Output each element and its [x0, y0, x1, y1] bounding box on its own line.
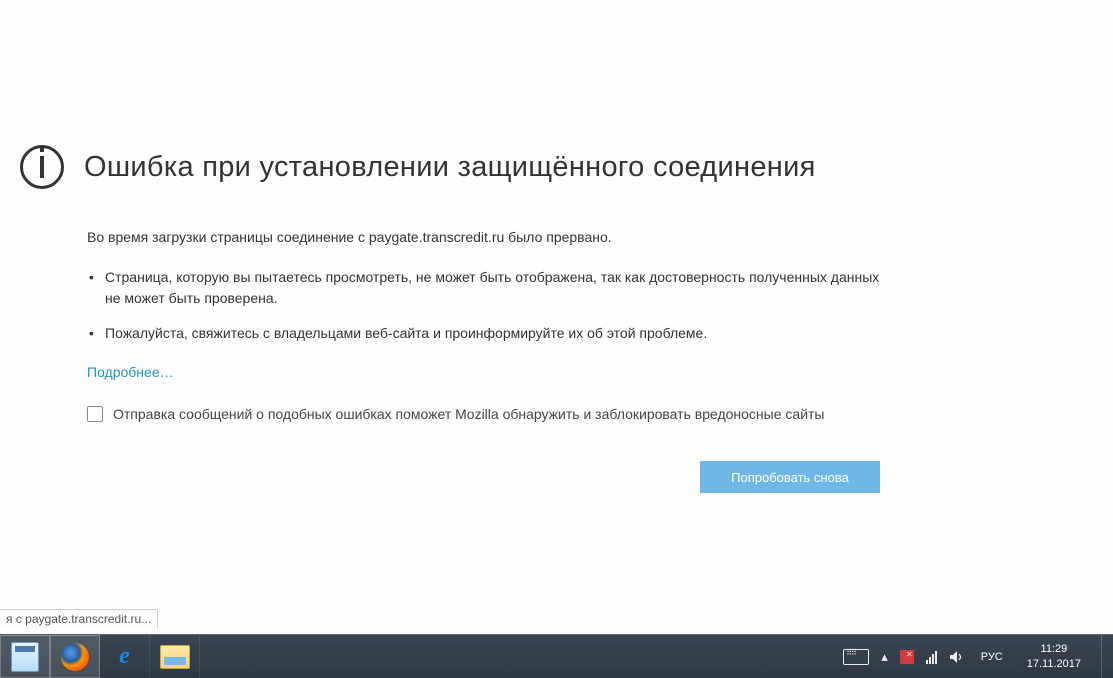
error-header: Ошибка при установлении защищённого соед… [20, 145, 1113, 189]
taskbar-clock[interactable]: 11:29 17.11.2017 [1019, 642, 1089, 671]
show-desktop-button[interactable] [1101, 635, 1111, 678]
tray-chevron-icon[interactable]: ▴ [881, 649, 888, 665]
calculator-icon [11, 642, 39, 672]
system-tray: ▴ РУС 11:29 17.11.2017 [843, 635, 1113, 678]
error-bullet-list: Страница, которую вы пытаетесь просмотре… [87, 267, 880, 344]
button-row: Попробовать снова [20, 461, 880, 493]
clock-date: 17.11.2017 [1027, 657, 1081, 671]
error-body: Во время загрузки страницы соединение с … [20, 229, 880, 425]
keyboard-icon[interactable] [843, 649, 869, 665]
taskbar-firefox[interactable] [50, 635, 100, 678]
taskbar-apps: e [0, 635, 200, 678]
report-checkbox[interactable] [87, 406, 103, 422]
error-bullet: Страница, которую вы пытаетесь просмотре… [87, 267, 880, 309]
firefox-icon [61, 643, 89, 671]
taskbar: e ▴ РУС 11:29 17.11.2017 [0, 634, 1113, 678]
folder-icon [160, 645, 190, 669]
error-bullet: Пожалуйста, свяжитесь с владельцами веб-… [87, 323, 880, 344]
language-indicator[interactable]: РУС [977, 647, 1007, 667]
learn-more-link[interactable]: Подробнее… [87, 364, 174, 380]
clock-time: 11:29 [1027, 642, 1081, 656]
action-center-icon[interactable] [900, 650, 914, 664]
try-again-button[interactable]: Попробовать снова [700, 461, 880, 493]
taskbar-explorer[interactable] [150, 635, 200, 678]
info-icon [20, 145, 64, 189]
volume-icon[interactable] [949, 650, 965, 664]
taskbar-calculator[interactable] [0, 635, 50, 678]
error-title: Ошибка при установлении защищённого соед… [84, 151, 816, 184]
taskbar-ie[interactable]: e [100, 635, 150, 678]
error-intro: Во время загрузки страницы соединение с … [87, 229, 880, 245]
ie-icon: e [111, 643, 139, 671]
network-icon[interactable] [926, 650, 937, 664]
report-label: Отправка сообщений о подобных ошибках по… [113, 404, 824, 425]
status-tooltip: я с paygate.transcredit.ru... [0, 609, 158, 628]
error-page: Ошибка при установлении защищённого соед… [0, 0, 1113, 493]
report-row: Отправка сообщений о подобных ошибках по… [87, 404, 880, 425]
